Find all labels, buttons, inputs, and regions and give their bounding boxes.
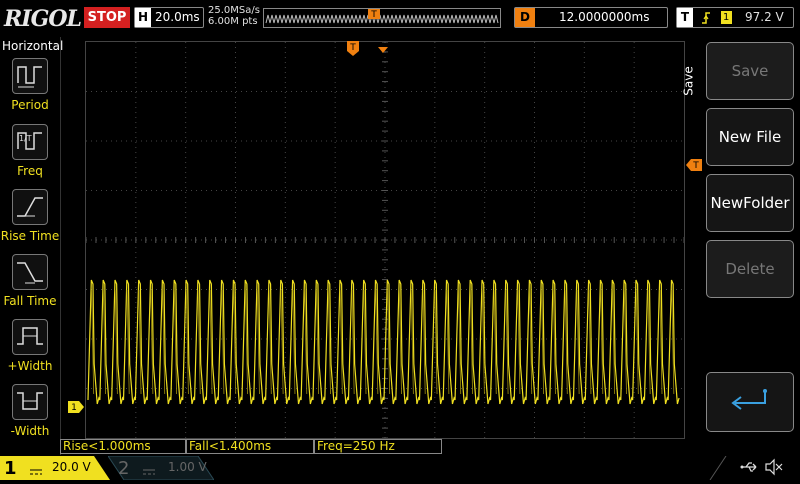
measure-rise[interactable]: Rise<1.000ms bbox=[60, 439, 186, 454]
dc-coupling-icon bbox=[30, 461, 42, 480]
trigger-position-marker[interactable]: T bbox=[347, 41, 361, 61]
timebase-value: 20.0ms bbox=[155, 10, 200, 24]
period-label: Period bbox=[11, 98, 49, 112]
measure-freq[interactable]: Freq=250 Hz bbox=[314, 439, 442, 454]
positive-width-icon bbox=[17, 327, 43, 345]
channel-1-ground-marker[interactable]: 1 bbox=[68, 398, 84, 417]
delete-button[interactable]: Delete bbox=[706, 240, 794, 298]
waveform-display[interactable] bbox=[85, 41, 685, 439]
memory-depth: 6.00M pts bbox=[208, 16, 258, 27]
return-button[interactable] bbox=[706, 372, 794, 432]
fall-time-icon bbox=[17, 262, 43, 284]
channel-1-number: 1 bbox=[4, 458, 17, 479]
enter-return-icon bbox=[731, 389, 767, 410]
negative-width-label: -Width bbox=[10, 424, 50, 438]
sample-rate: 25.0MSa/s bbox=[208, 5, 260, 16]
memory-center-marker bbox=[378, 38, 388, 57]
fall-time-label: Fall Time bbox=[3, 294, 57, 308]
save-button[interactable]: Save bbox=[706, 42, 794, 100]
rise-time-label: Rise Time bbox=[0, 229, 60, 243]
svg-text:T: T bbox=[349, 43, 356, 53]
new-folder-button[interactable]: NewFolder bbox=[706, 174, 794, 232]
save-menu-tab: Save bbox=[682, 40, 706, 130]
new-file-button[interactable]: New File bbox=[706, 108, 794, 166]
memory-overview-strip: T bbox=[263, 8, 501, 28]
frequency-label: Freq bbox=[17, 164, 43, 178]
fall-time-button[interactable] bbox=[12, 254, 48, 290]
positive-width-label: +Width bbox=[7, 359, 53, 373]
svg-text:T: T bbox=[692, 161, 699, 171]
left-menu-title: Horizontal bbox=[2, 39, 64, 53]
rise-time-button[interactable] bbox=[12, 189, 48, 225]
channel-1-scale: 20.0 V bbox=[52, 460, 91, 474]
channel-2-coupling-icon bbox=[143, 461, 155, 480]
trigger-label: T bbox=[677, 8, 693, 27]
acquisition-info: 25.0MSa/s 6.00M pts bbox=[208, 5, 260, 27]
usb-icon bbox=[740, 459, 760, 479]
rising-edge-icon bbox=[701, 11, 710, 24]
memory-trigger-marker: T bbox=[370, 10, 377, 20]
run-stop-status[interactable]: STOP bbox=[84, 7, 130, 28]
negative-width-icon bbox=[17, 392, 43, 410]
period-button[interactable] bbox=[12, 58, 48, 94]
horizontal-timebase[interactable]: H 20.0ms bbox=[134, 7, 204, 28]
svg-text:1: 1 bbox=[71, 403, 77, 413]
save-menu-title: Save bbox=[681, 66, 696, 96]
period-icon bbox=[17, 66, 42, 88]
memory-overview-wave: T bbox=[265, 9, 499, 24]
brand-logo: RIGOL bbox=[4, 6, 82, 32]
channel-2-number: 2 bbox=[118, 458, 130, 479]
rise-time-icon bbox=[17, 197, 43, 217]
svg-text:1/T: 1/T bbox=[19, 134, 32, 143]
frequency-icon: 1/T bbox=[17, 132, 42, 150]
channel-2-scale: 1.00 V bbox=[168, 460, 207, 474]
trigger-readout[interactable]: T 1 97.2 V bbox=[676, 7, 794, 28]
delay-label: D bbox=[515, 8, 535, 27]
trigger-level: 97.2 V bbox=[745, 10, 784, 24]
delay-readout[interactable]: D 12.0000000ms bbox=[514, 7, 668, 28]
positive-width-button[interactable] bbox=[12, 319, 48, 355]
speaker-muted-icon bbox=[764, 458, 784, 480]
waveform-graticule bbox=[85, 41, 685, 439]
trigger-source: 1 bbox=[720, 11, 732, 24]
negative-width-button[interactable] bbox=[12, 384, 48, 420]
delay-value: 12.0000000ms bbox=[559, 10, 650, 24]
horizontal-label: H bbox=[135, 8, 151, 27]
measure-fall[interactable]: Fall<1.400ms bbox=[186, 439, 314, 454]
trigger-level-marker[interactable]: T bbox=[686, 156, 702, 175]
frequency-button[interactable]: 1/T bbox=[12, 124, 48, 160]
